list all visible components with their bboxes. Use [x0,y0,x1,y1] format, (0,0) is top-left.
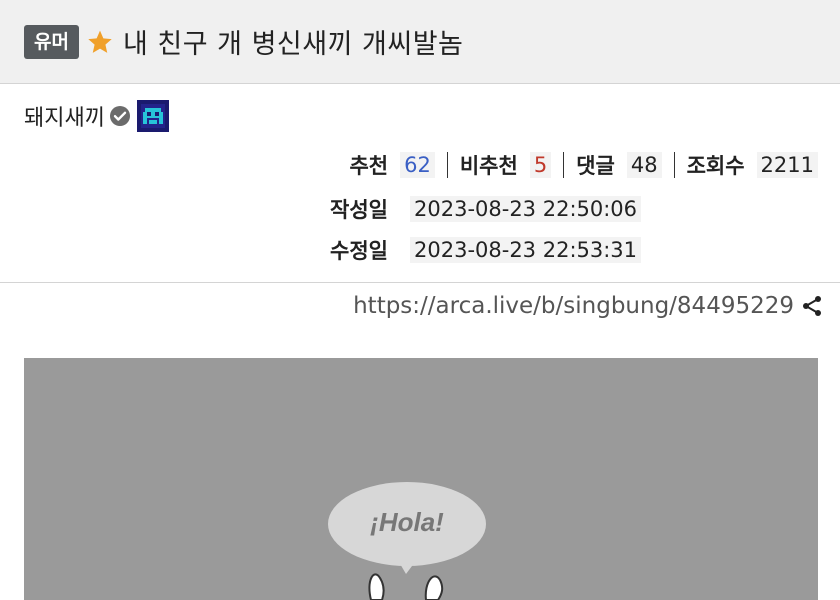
post-header: 유머 내 친구 개 병신새끼 개씨발놈 [0,0,840,84]
comments-label: 댓글 [576,154,615,178]
created-date: 2023-08-23 22:50:06 [410,196,642,222]
author-name[interactable]: 돼지새끼 [24,100,105,132]
views-count: 2211 [756,152,818,178]
comments-count: 48 [626,152,662,178]
created-label: 작성일 [330,198,388,222]
speech-bubble-text: ¡Hola! [370,507,444,537]
created-date-row: 작성일 2023-08-23 22:50:06 [330,193,642,225]
post-link-row: https://arca.live/b/singbung/84495229 [353,288,824,324]
downvote-count: 5 [529,152,552,178]
header-divider [0,282,840,283]
author-info: 돼지새끼 [24,98,169,134]
post-title: 내 친구 개 병신새끼 개씨발놈 [122,29,464,60]
downvote-label: 비추천 [459,154,518,178]
star-icon[interactable] [87,29,113,55]
cartoon-illustration: ¡Hola! [24,358,818,600]
post-stats: 추천 62 비추천 5 댓글 48 조회수 2211 [349,148,818,182]
upvote-count: 62 [400,152,435,178]
share-icon[interactable] [800,294,824,318]
author-emblem-icon [136,100,169,132]
upvote-label: 추천 [349,154,389,178]
edited-date: 2023-08-23 22:53:31 [410,237,642,263]
stat-divider [673,152,675,178]
edited-date-row: 수정일 2023-08-23 22:53:31 [330,234,642,266]
verified-icon [109,105,131,127]
category-badge[interactable]: 유머 [24,24,79,59]
views-label: 조회수 [686,154,745,178]
edited-label: 수정일 [330,239,388,263]
post-url-link[interactable]: https://arca.live/b/singbung/84495229 [353,293,794,319]
post-content-image[interactable]: ¡Hola! [24,358,818,600]
stat-divider [446,152,448,178]
stat-divider [563,152,565,178]
